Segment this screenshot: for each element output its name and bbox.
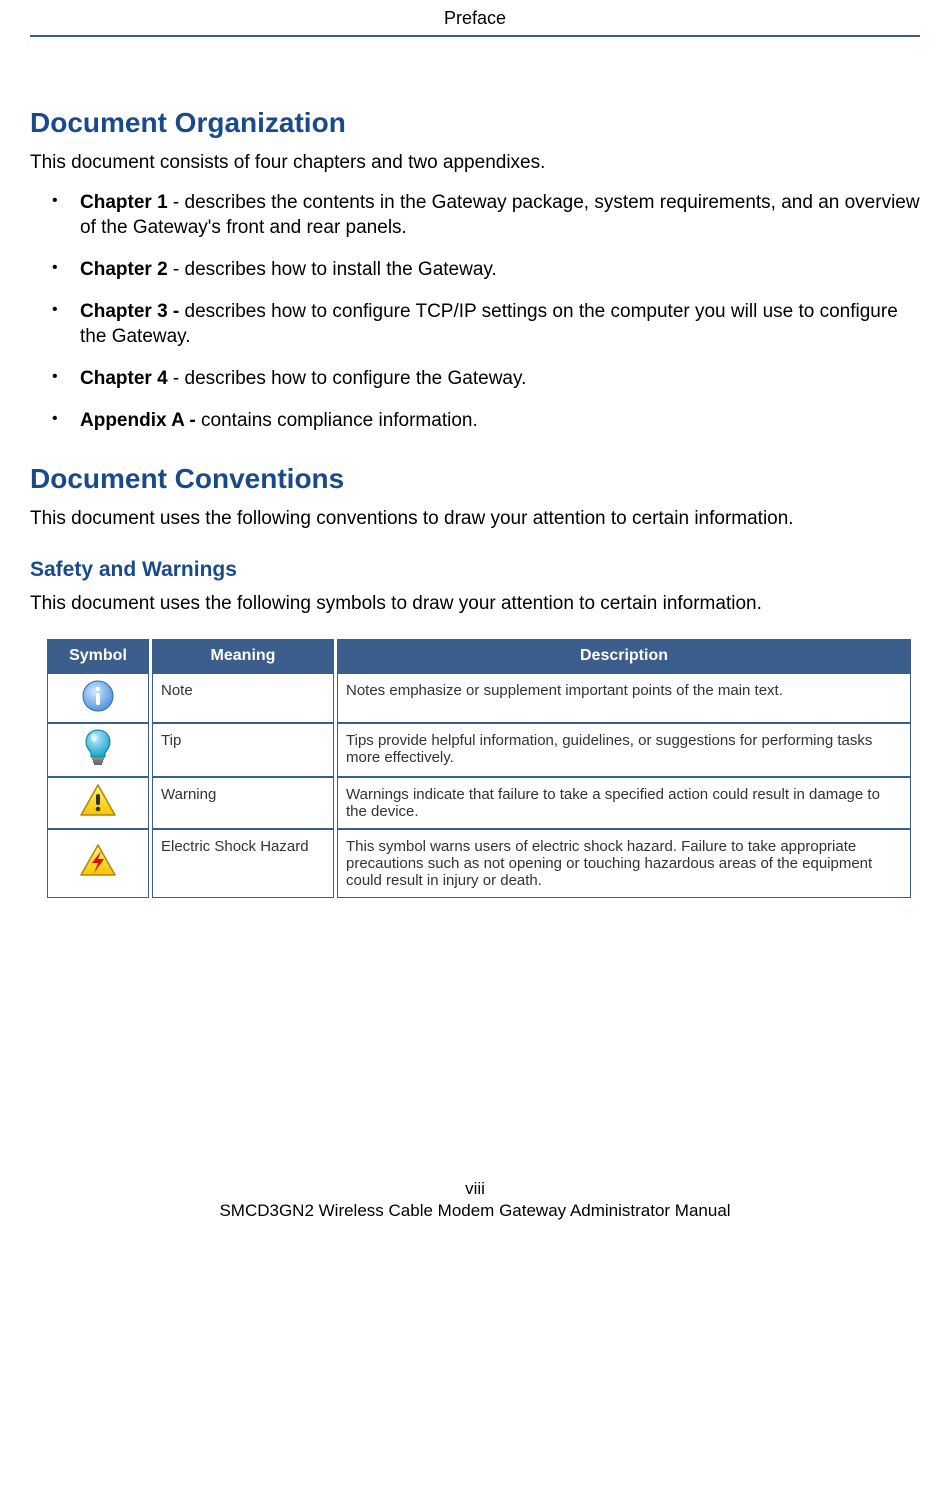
symbol-cell [47,673,149,723]
org-intro: This document consists of four chapters … [30,151,920,176]
chapter-label: Appendix A - [80,410,196,431]
description-cell: Warnings indicate that failure to take a… [337,777,911,829]
page-header-title: Preface [30,0,920,35]
symbol-cell [47,777,149,829]
list-item: Chapter 2 - describes how to install the… [52,257,920,283]
chapter-text: - describes how to configure the Gateway… [168,368,527,389]
description-cell: Tips provide helpful information, guidel… [337,723,911,777]
header-rule [30,35,920,37]
heading-document-conventions: Document Conventions [30,463,920,495]
description-cell: This symbol warns users of electric shoc… [337,829,911,898]
list-item: Chapter 4 - describes how to configure t… [52,366,920,392]
description-cell: Notes emphasize or supplement important … [337,673,911,723]
safety-intro: This document uses the following symbols… [30,592,920,617]
heading-document-organization: Document Organization [30,107,920,139]
symbol-cell [47,723,149,777]
page-number: viii [30,1178,920,1200]
chapter-text: describes how to configure TCP/IP settin… [80,301,898,348]
chapter-label: Chapter 2 [80,259,168,280]
table-row: Electric Shock Hazard This symbol warns … [47,829,911,898]
meaning-cell: Electric Shock Hazard [152,829,334,898]
list-item: Appendix A - contains compliance informa… [52,408,920,434]
symbol-cell [47,829,149,898]
chapter-label: Chapter 1 [80,192,168,213]
th-description: Description [337,639,911,673]
chapter-text: - describes how to install the Gateway. [168,259,497,280]
meaning-cell: Warning [152,777,334,829]
table-row: Tip Tips provide helpful information, gu… [47,723,911,777]
th-meaning: Meaning [152,639,334,673]
warning-icon [78,783,118,823]
symbols-table: Symbol Meaning Description [44,639,914,898]
chapter-list: Chapter 1 - describes the contents in th… [30,190,920,433]
chapter-text: contains compliance information. [196,410,478,431]
meaning-cell: Tip [152,723,334,777]
info-icon [80,678,116,718]
tip-icon [82,728,114,772]
conv-intro: This document uses the following convent… [30,507,920,532]
electric-shock-icon [78,843,118,883]
list-item: Chapter 3 - describes how to configure T… [52,299,920,350]
manual-title: SMCD3GN2 Wireless Cable Modem Gateway Ad… [30,1200,920,1222]
table-row: Note Notes emphasize or supplement impor… [47,673,911,723]
chapter-text: - describes the contents in the Gateway … [80,192,920,239]
heading-safety-warnings: Safety and Warnings [30,558,920,582]
table-row: Warning Warnings indicate that failure t… [47,777,911,829]
list-item: Chapter 1 - describes the contents in th… [52,190,920,241]
chapter-label: Chapter 3 - [80,301,179,322]
th-symbol: Symbol [47,639,149,673]
page-footer: viii SMCD3GN2 Wireless Cable Modem Gatew… [30,1178,920,1242]
chapter-label: Chapter 4 [80,368,168,389]
meaning-cell: Note [152,673,334,723]
